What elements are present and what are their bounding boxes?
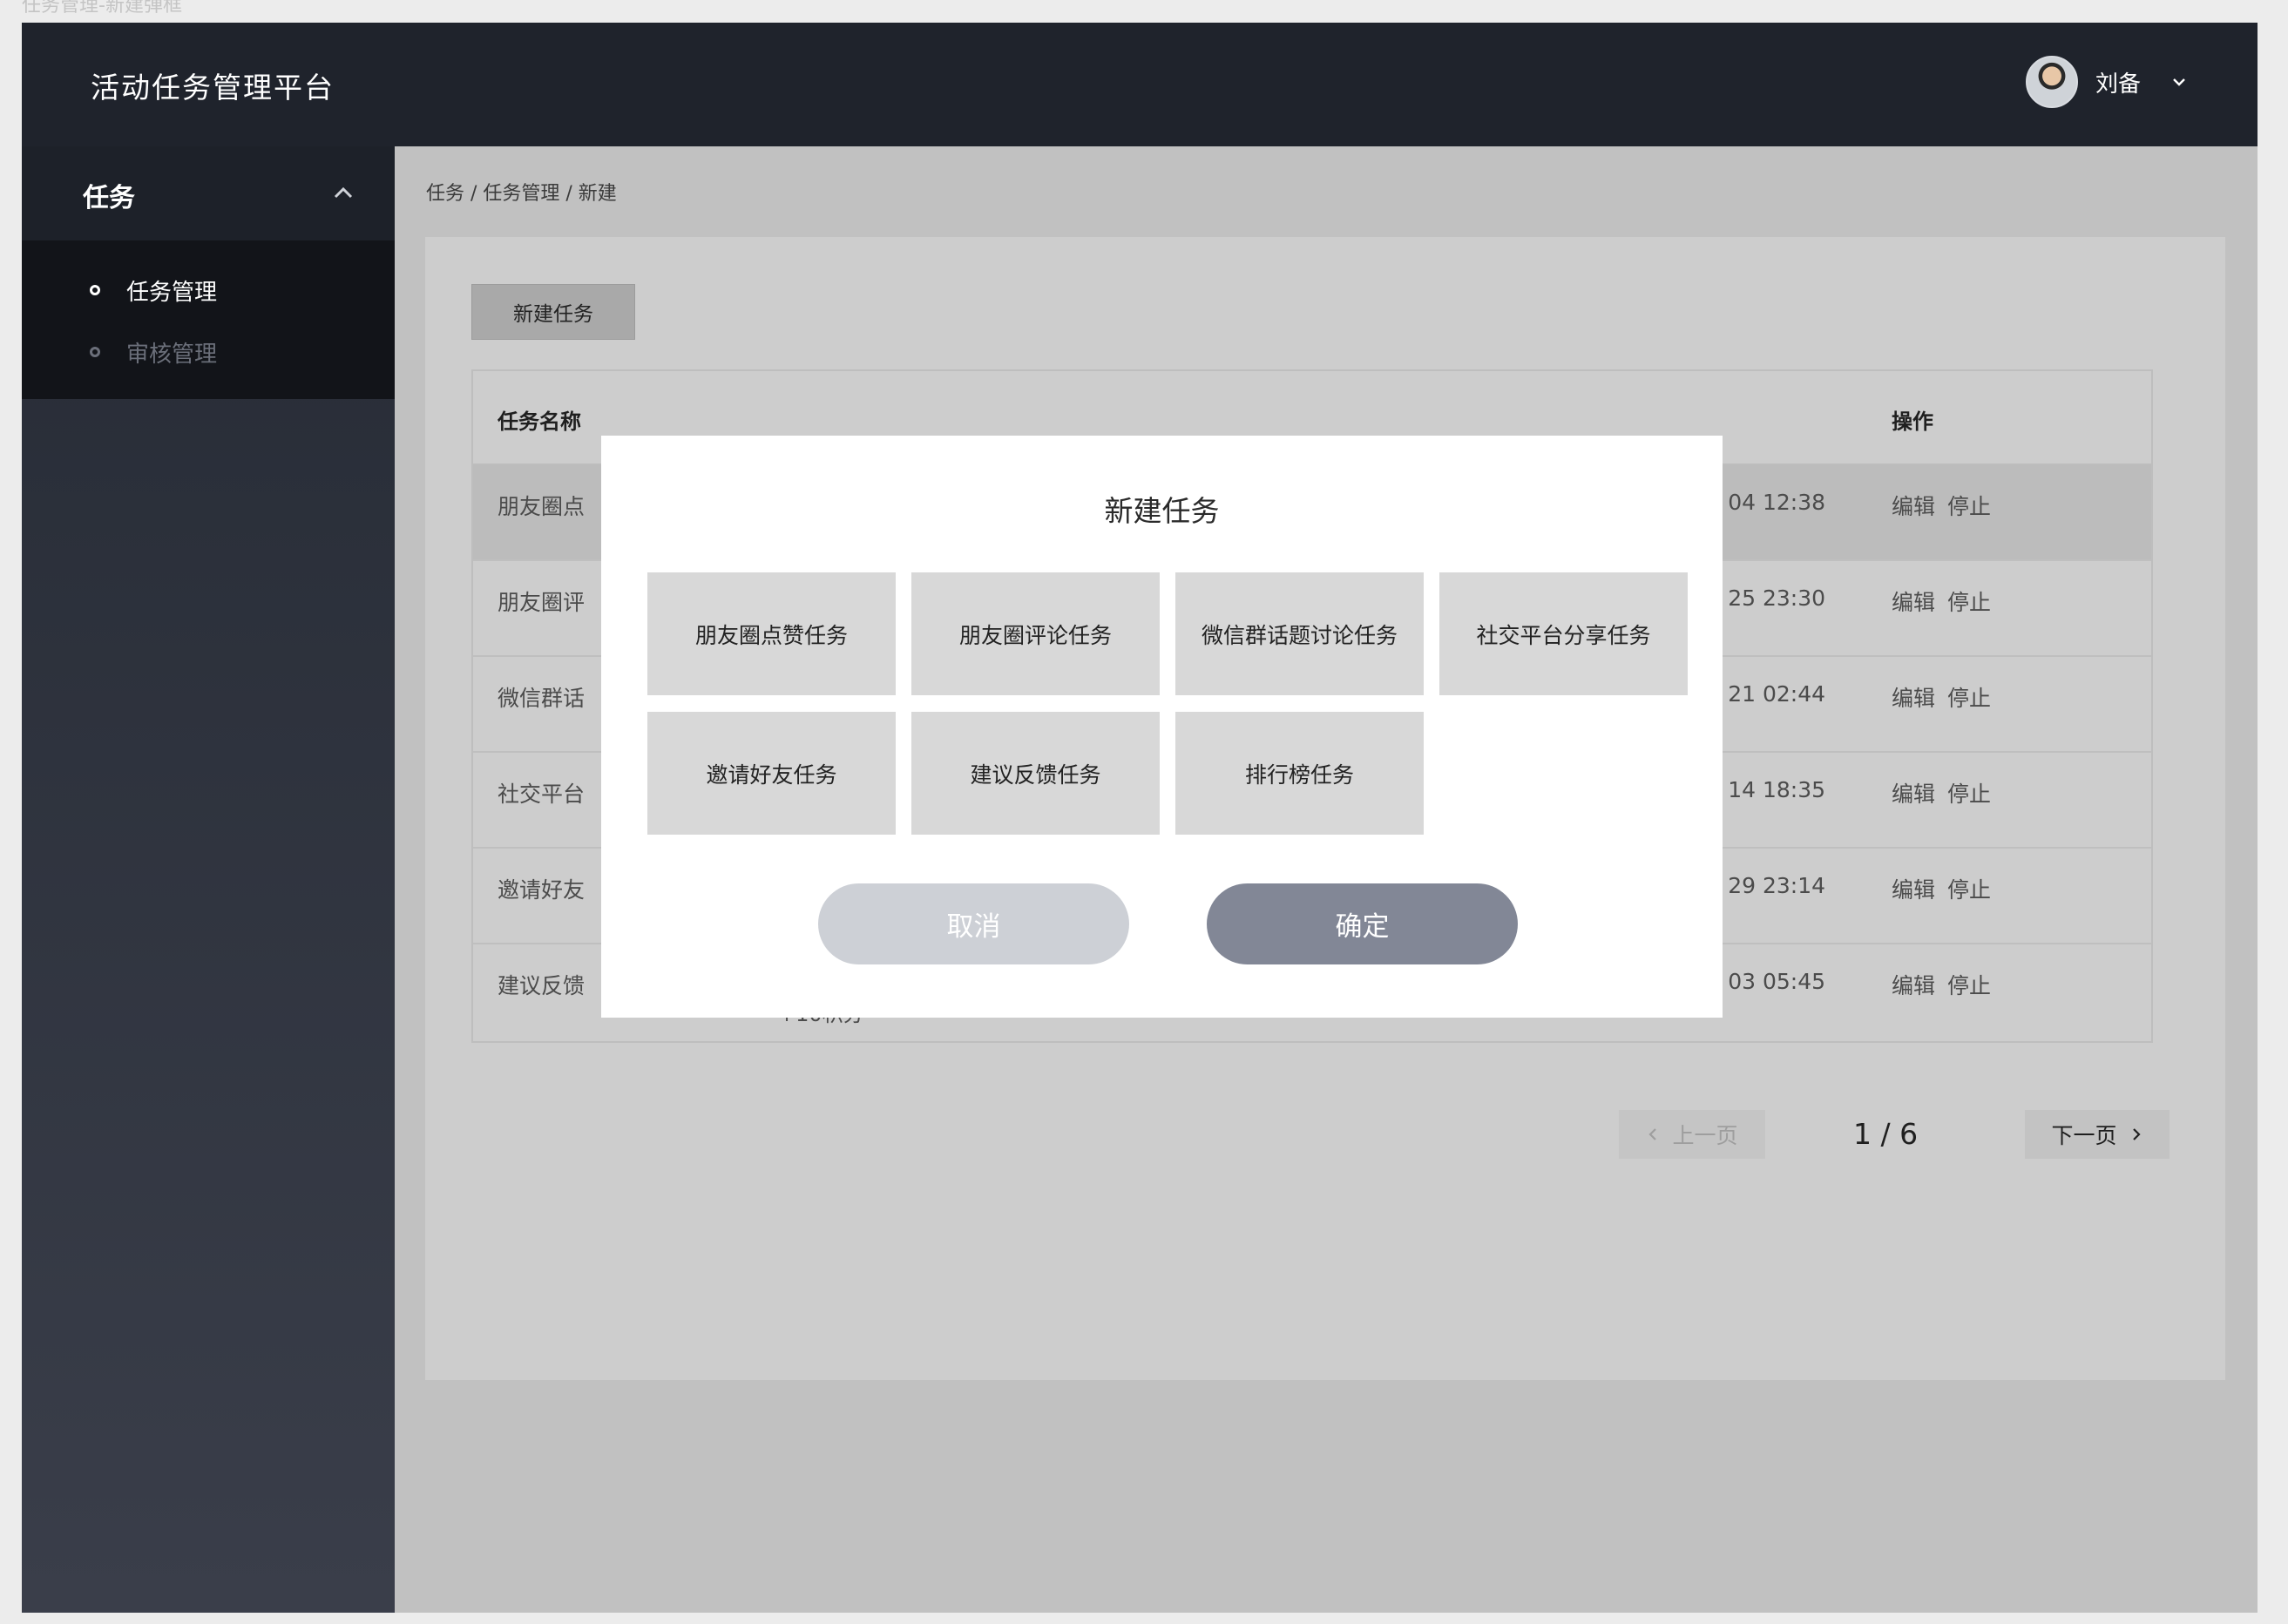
sidebar-submenu: 任务管理 审核管理 (22, 240, 395, 399)
stop-link[interactable]: 停止 (1947, 585, 1991, 617)
edit-link[interactable]: 编辑 (1892, 490, 1935, 521)
column-header-actions: 操作 (1892, 409, 1933, 434)
stop-link[interactable]: 停止 (1947, 969, 1991, 1000)
stop-link[interactable]: 停止 (1947, 777, 1991, 809)
stop-link[interactable]: 停止 (1947, 681, 1991, 713)
task-type-option[interactable]: 社交平台分享任务 (1439, 572, 1688, 695)
app-window: 活动任务管理平台 刘备 任务 任务管理 审核管理 任务 / 任务管理 / 新建 … (22, 23, 2258, 1613)
bullet-icon (90, 347, 100, 357)
stop-link[interactable]: 停止 (1947, 873, 1991, 904)
breadcrumb: 任务 / 任务管理 / 新建 (426, 183, 617, 205)
task-type-option[interactable]: 朋友圈点赞任务 (647, 572, 896, 695)
next-page-button[interactable]: 下一页 (2025, 1110, 2170, 1159)
task-type-option[interactable]: 邀请好友任务 (647, 712, 896, 835)
new-task-modal: 新建任务 朋友圈点赞任务 朋友圈评论任务 微信群话题讨论任务 社交平台分享任务 … (601, 436, 1723, 1018)
prev-page-button[interactable]: 上一页 (1619, 1110, 1765, 1159)
user-menu[interactable]: 刘备 (2025, 56, 2188, 108)
new-task-button[interactable]: 新建任务 (471, 284, 635, 340)
sidebar: 任务 任务管理 审核管理 (22, 146, 395, 1613)
chevron-right-icon (2132, 1128, 2141, 1140)
chevron-down-icon[interactable] (2170, 73, 2188, 91)
task-type-option[interactable]: 建议反馈任务 (911, 712, 1160, 835)
app-brand: 活动任务管理平台 (91, 71, 335, 105)
task-name-cell: 朋友圈点 (498, 494, 586, 519)
task-type-option[interactable]: 排行榜任务 (1175, 712, 1424, 835)
column-header-name: 任务名称 (498, 409, 581, 434)
task-name-cell: 建议反馈 (498, 973, 586, 998)
task-name-cell: 朋友圈评 (498, 590, 586, 615)
task-name-cell: 社交平台 (498, 782, 586, 807)
task-type-option[interactable]: 微信群话题讨论任务 (1175, 572, 1424, 695)
top-bar: 活动任务管理平台 刘备 (22, 23, 2258, 146)
edit-link[interactable]: 编辑 (1892, 585, 1935, 617)
chevron-left-icon (1648, 1128, 1657, 1140)
frame-title: 任务管理-新建弹框 (22, 0, 182, 17)
edit-link[interactable]: 编辑 (1892, 873, 1935, 904)
sidebar-group-label: 任务 (83, 183, 135, 213)
sidebar-item-task-management[interactable]: 任务管理 (90, 273, 217, 308)
task-name-cell: 微信群话 (498, 686, 586, 711)
chevron-up-icon[interactable] (331, 181, 355, 206)
user-name[interactable]: 刘备 (2095, 66, 2141, 98)
bullet-icon (90, 285, 100, 295)
prev-page-label: 上一页 (1672, 1123, 1738, 1148)
edit-link[interactable]: 编辑 (1892, 777, 1935, 809)
edit-link[interactable]: 编辑 (1892, 681, 1935, 713)
sidebar-item-label: 任务管理 (126, 279, 218, 306)
page-indicator: 1 / 6 (1853, 1117, 1919, 1151)
next-page-label: 下一页 (2051, 1123, 2117, 1148)
sidebar-item-review-management[interactable]: 审核管理 (90, 335, 217, 369)
edit-link[interactable]: 编辑 (1892, 969, 1935, 1000)
task-type-option[interactable]: 朋友圈评论任务 (911, 572, 1160, 695)
modal-title: 新建任务 (1104, 494, 1220, 528)
sidebar-item-label: 审核管理 (126, 341, 218, 368)
sidebar-group-task[interactable]: 任务 (22, 146, 395, 240)
confirm-button[interactable]: 确定 (1207, 883, 1518, 964)
cancel-button[interactable]: 取消 (818, 883, 1129, 964)
stop-link[interactable]: 停止 (1947, 490, 1991, 521)
avatar[interactable] (2025, 56, 2078, 108)
task-name-cell: 邀请好友 (498, 877, 586, 903)
